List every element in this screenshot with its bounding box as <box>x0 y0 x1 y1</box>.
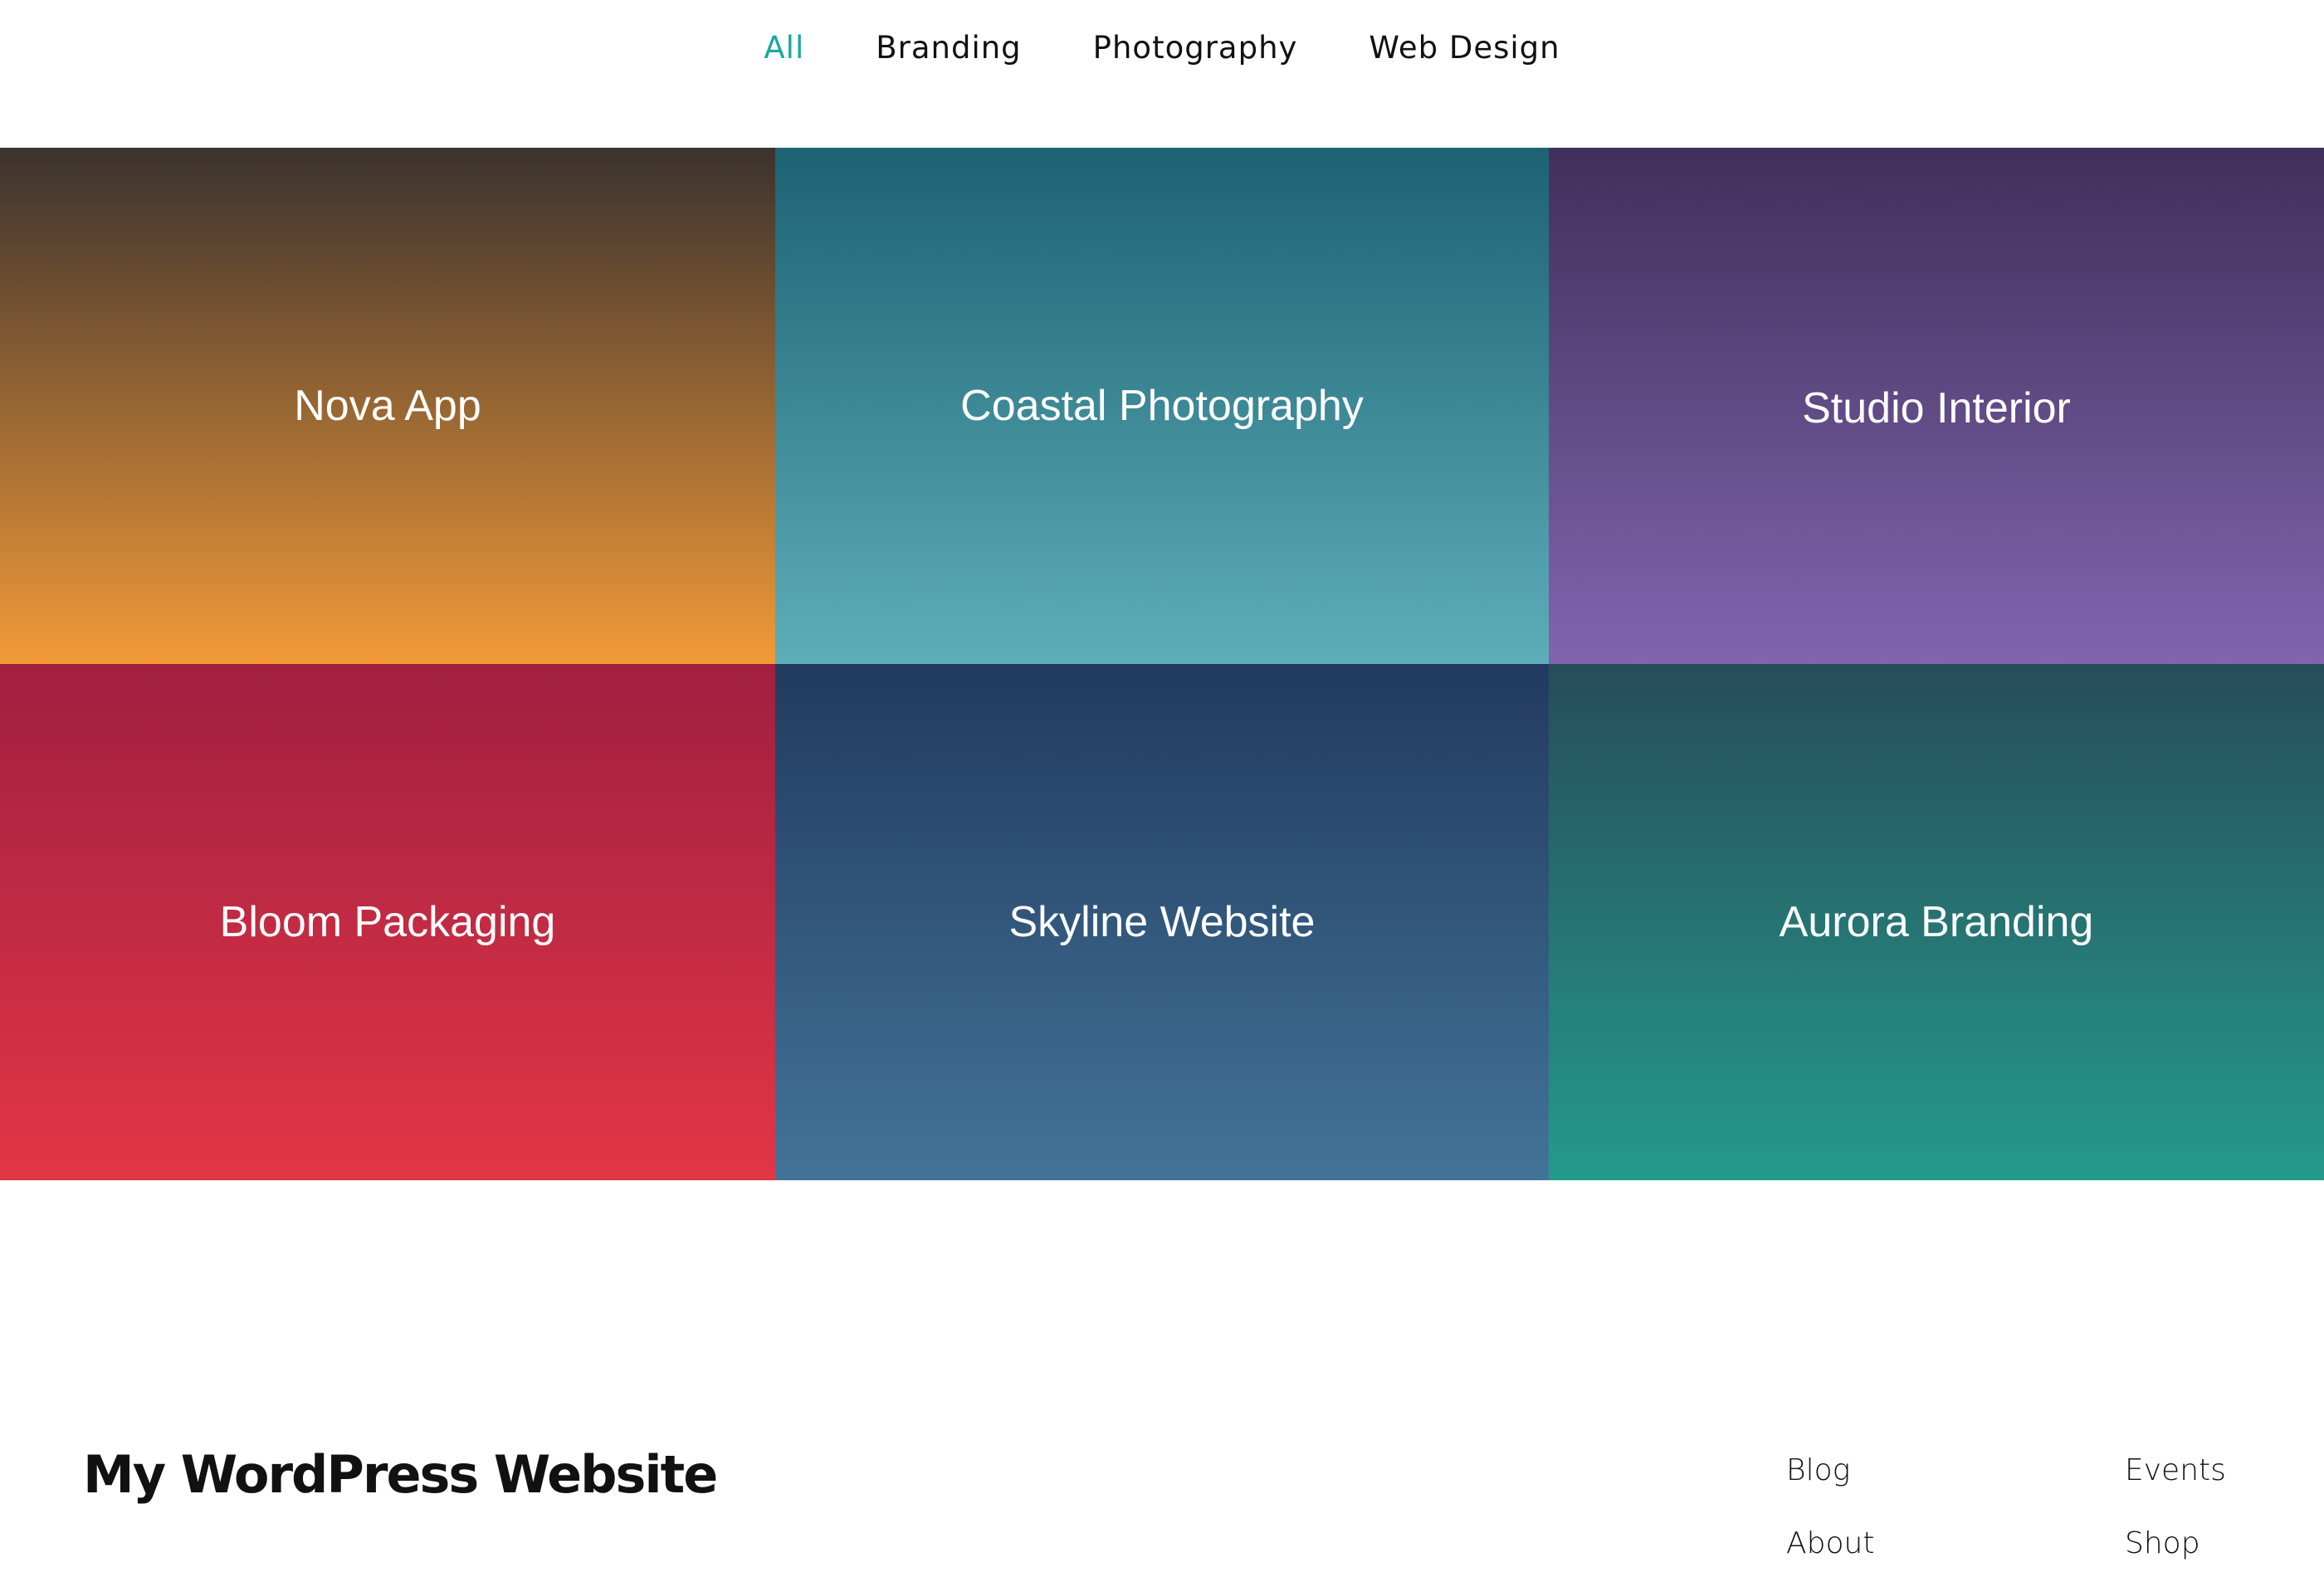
filter-web-design[interactable]: Web Design <box>1369 23 1560 73</box>
portfolio-filter-bar: All Branding Photography Web Design <box>0 0 2324 148</box>
portfolio-grid: Nova App Coastal Photography Studio Inte… <box>0 148 2324 1180</box>
footer-link-shop[interactable]: Shop <box>2125 1519 2284 1569</box>
site-footer: My WordPress Website Blog Events About S… <box>0 1180 2324 1577</box>
tile-title: Coastal Photography <box>960 382 1364 430</box>
portfolio-tile-bloom-packaging[interactable]: Bloom Packaging <box>0 664 775 1180</box>
site-title-link[interactable]: My WordPress Website <box>83 1442 718 1508</box>
tile-title: Nova App <box>294 382 481 430</box>
portfolio-tile-nova-app[interactable]: Nova App <box>0 148 775 664</box>
footer-link-events[interactable]: Events <box>2125 1446 2284 1496</box>
tile-title: Bloom Packaging <box>219 898 556 946</box>
tile-title: Skyline Website <box>1008 898 1316 946</box>
filter-all[interactable]: All <box>764 23 804 73</box>
portfolio-tile-coastal-photography[interactable]: Coastal Photography <box>775 148 1549 664</box>
filter-branding[interactable]: Branding <box>876 23 1021 73</box>
filter-photography[interactable]: Photography <box>1093 23 1298 73</box>
portfolio-tile-studio-interior[interactable]: Studio Interior <box>1549 148 2324 664</box>
portfolio-tile-skyline-website[interactable]: Skyline Website <box>775 664 1549 1180</box>
tile-title: Aurora Branding <box>1779 898 2094 946</box>
tile-title: Studio Interior <box>1802 384 2071 432</box>
footer-navigation: Blog Events About Shop <box>1786 1446 2284 1569</box>
footer-link-about[interactable]: About <box>1786 1519 2125 1569</box>
footer-link-blog[interactable]: Blog <box>1786 1446 2125 1496</box>
portfolio-tile-aurora-branding[interactable]: Aurora Branding <box>1549 664 2324 1180</box>
